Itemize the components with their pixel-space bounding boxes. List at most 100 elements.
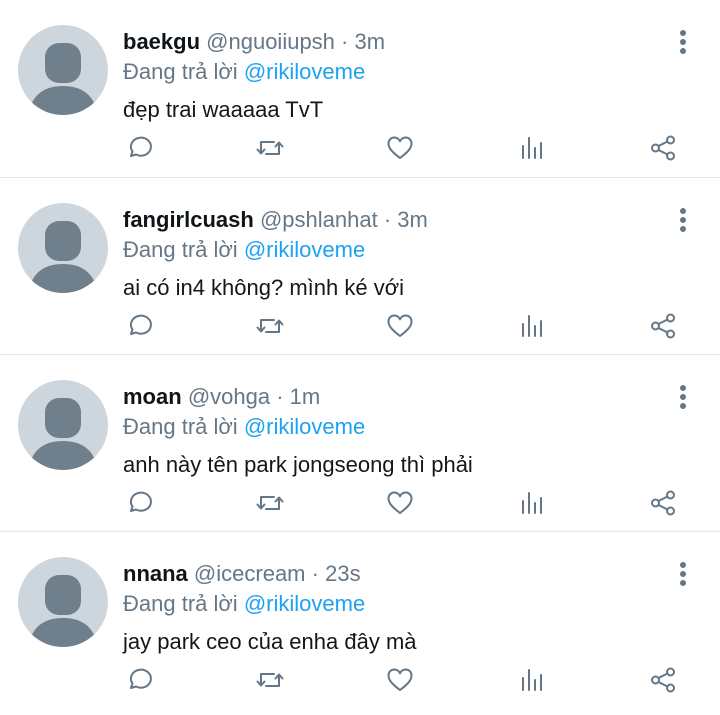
stats-icon: [522, 669, 542, 691]
replying-to-label: Đang trả lời: [123, 237, 238, 262]
analytics-button[interactable]: [514, 485, 550, 521]
display-name[interactable]: moan: [123, 384, 182, 409]
tweet-text: jay park ceo của enha đây mà: [123, 629, 417, 654]
tweet[interactable]: moan @vohga · 1m Đang trả lời @rikilovem…: [0, 354, 720, 531]
retweet-button[interactable]: [252, 662, 288, 698]
more-vertical-icon: [680, 562, 686, 586]
separator-dot: ·: [276, 384, 284, 409]
tweet-actions: [0, 485, 720, 521]
reply-button[interactable]: [120, 130, 156, 166]
like-button[interactable]: [382, 308, 418, 344]
tweet[interactable]: baekgu @nguoiiupsh · 3m Đang trả lời @ri…: [0, 0, 720, 176]
tweet-text: đẹp trai waaaaa TvT: [123, 97, 324, 122]
share-icon: [651, 313, 675, 339]
more-vertical-icon: [680, 30, 686, 54]
tweet-actions: [0, 662, 720, 698]
analytics-button[interactable]: [514, 130, 550, 166]
retweet-button[interactable]: [252, 130, 288, 166]
timestamp[interactable]: 3m: [397, 207, 428, 232]
replying-to: Đang trả lời @rikiloveme: [123, 412, 365, 442]
tweet[interactable]: fangirlcuash @pshlanhat · 3m Đang trả lờ…: [0, 177, 720, 354]
stats-icon: [522, 137, 542, 159]
replying-to-mention[interactable]: @rikiloveme: [244, 59, 365, 84]
reply-feed: baekgu @nguoiiupsh · 3m Đang trả lời @ri…: [0, 0, 720, 715]
stats-icon: [522, 492, 542, 514]
retweet-icon: [256, 496, 284, 510]
reply-icon: [129, 314, 152, 335]
more-vertical-icon: [680, 385, 686, 409]
reply-icon: [129, 136, 152, 157]
reply-button[interactable]: [120, 308, 156, 344]
default-avatar-icon: [28, 43, 98, 115]
share-icon: [651, 667, 675, 693]
like-icon: [387, 136, 413, 159]
tweet[interactable]: nnana @icecream · 23s Đang trả lời @riki…: [0, 531, 720, 708]
retweet-icon: [256, 319, 284, 333]
avatar[interactable]: [18, 557, 108, 647]
tweet-header: nnana @icecream · 23s: [123, 559, 361, 589]
tweet-text: anh này tên park jongseong thì phải: [123, 452, 473, 477]
tweet-header: baekgu @nguoiiupsh · 3m: [123, 27, 385, 57]
share-button[interactable]: [645, 662, 681, 698]
username[interactable]: @pshlanhat: [260, 207, 378, 232]
username[interactable]: @icecream: [194, 561, 306, 586]
more-vertical-icon: [680, 208, 686, 232]
avatar[interactable]: [18, 203, 108, 293]
replying-to: Đang trả lời @rikiloveme: [123, 235, 365, 265]
replying-to: Đang trả lời @rikiloveme: [123, 57, 365, 87]
replying-to-label: Đang trả lời: [123, 59, 238, 84]
like-icon: [387, 314, 413, 337]
separator-dot: ·: [383, 207, 392, 232]
tweet-header: fangirlcuash @pshlanhat · 3m: [123, 205, 428, 235]
timestamp[interactable]: 1m: [290, 384, 321, 409]
analytics-button[interactable]: [514, 308, 550, 344]
separator-dot: ·: [311, 561, 319, 586]
share-icon: [651, 135, 675, 161]
share-icon: [651, 490, 675, 516]
tweet-actions: [0, 308, 720, 344]
like-button[interactable]: [382, 485, 418, 521]
stats-icon: [522, 315, 542, 337]
share-button[interactable]: [645, 308, 681, 344]
replying-to-mention[interactable]: @rikiloveme: [244, 414, 365, 439]
retweet-icon: [256, 141, 284, 155]
reply-button[interactable]: [120, 662, 156, 698]
like-button[interactable]: [382, 662, 418, 698]
share-button[interactable]: [645, 485, 681, 521]
replying-to-mention[interactable]: @rikiloveme: [244, 237, 365, 262]
analytics-button[interactable]: [514, 662, 550, 698]
like-button[interactable]: [382, 130, 418, 166]
default-avatar-icon: [28, 398, 98, 470]
like-icon: [387, 491, 413, 514]
timestamp[interactable]: 3m: [355, 29, 386, 54]
replying-to-label: Đang trả lời: [123, 414, 238, 439]
display-name[interactable]: nnana: [123, 561, 188, 586]
retweet-button[interactable]: [252, 485, 288, 521]
reply-icon: [129, 491, 152, 512]
reply-button[interactable]: [120, 485, 156, 521]
more-options-button[interactable]: [672, 382, 694, 412]
share-button[interactable]: [645, 130, 681, 166]
username[interactable]: @nguoiiupsh: [206, 29, 335, 54]
avatar[interactable]: [18, 25, 108, 115]
display-name[interactable]: baekgu: [123, 29, 200, 54]
separator-dot: ·: [341, 29, 349, 54]
default-avatar-icon: [28, 221, 98, 293]
more-options-button[interactable]: [672, 27, 694, 57]
reply-icon: [129, 668, 152, 689]
retweet-button[interactable]: [252, 308, 288, 344]
tweet-text: ai có in4 không? mình ké với: [123, 275, 405, 300]
more-options-button[interactable]: [672, 205, 694, 235]
replying-to-label: Đang trả lời: [123, 591, 238, 616]
more-options-button[interactable]: [672, 559, 694, 589]
avatar[interactable]: [18, 380, 108, 470]
replying-to: Đang trả lời @rikiloveme: [123, 589, 365, 619]
timestamp[interactable]: 23s: [325, 561, 360, 586]
default-avatar-icon: [28, 575, 98, 647]
tweet-actions: [0, 130, 720, 166]
retweet-icon: [256, 673, 284, 687]
tweet-header: moan @vohga · 1m: [123, 382, 320, 412]
replying-to-mention[interactable]: @rikiloveme: [244, 591, 365, 616]
username[interactable]: @vohga: [188, 384, 270, 409]
display-name[interactable]: fangirlcuash: [123, 207, 254, 232]
